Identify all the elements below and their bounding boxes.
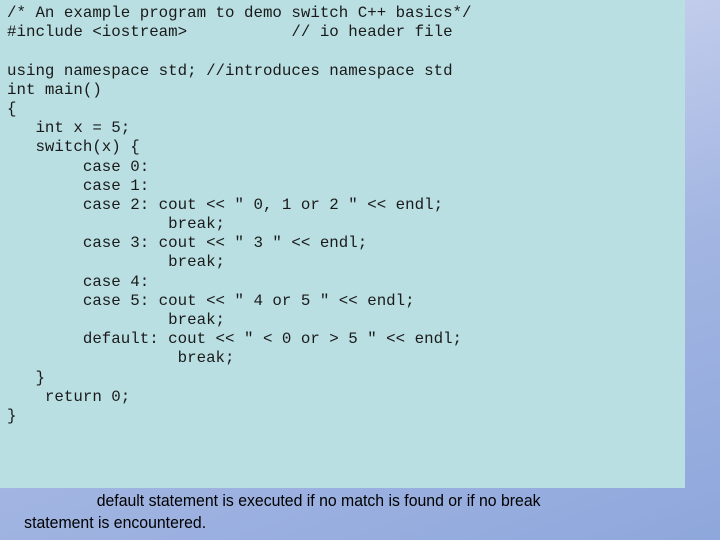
code-line: case 4: [7, 272, 150, 291]
code-line: return 0; [7, 387, 131, 406]
code-line: } [7, 406, 17, 425]
code-line: case 3: cout << " 3 " << endl; [7, 234, 368, 253]
code-line: } [7, 368, 45, 387]
code-line: case 0: [7, 157, 150, 176]
caption-line-1: default statement is executed if no matc… [96, 491, 541, 510]
code-line: switch(x) { [7, 138, 140, 157]
code-line: break; [7, 215, 226, 234]
slide-caption: default statement is executed if no matc… [0, 490, 651, 534]
code-line: case 2: cout << " 0, 1 or 2 " << endl; [7, 195, 444, 214]
code-line: default: cout << " < 0 or > 5 " << endl; [7, 330, 463, 349]
code-block: /* An example program to demo switch C++… [7, 4, 472, 426]
code-line: break; [7, 253, 226, 272]
code-line: using namespace std; //introduces namesp… [7, 61, 453, 80]
code-line: int x = 5; [7, 119, 131, 138]
code-line: break; [7, 311, 226, 329]
code-panel: /* An example program to demo switch C++… [0, 0, 685, 488]
code-line: int main() [7, 80, 102, 99]
code-line: { [7, 99, 17, 118]
code-line: break; [7, 349, 235, 368]
code-line: #include <iostream> // io header file [7, 23, 453, 42]
caption-line-2: statement is encountered. [24, 513, 207, 532]
code-line: /* An example program to demo switch C++… [7, 4, 472, 22]
code-line: case 5: cout << " 4 or 5 " << endl; [7, 291, 415, 310]
code-line: case 1: [7, 176, 150, 195]
